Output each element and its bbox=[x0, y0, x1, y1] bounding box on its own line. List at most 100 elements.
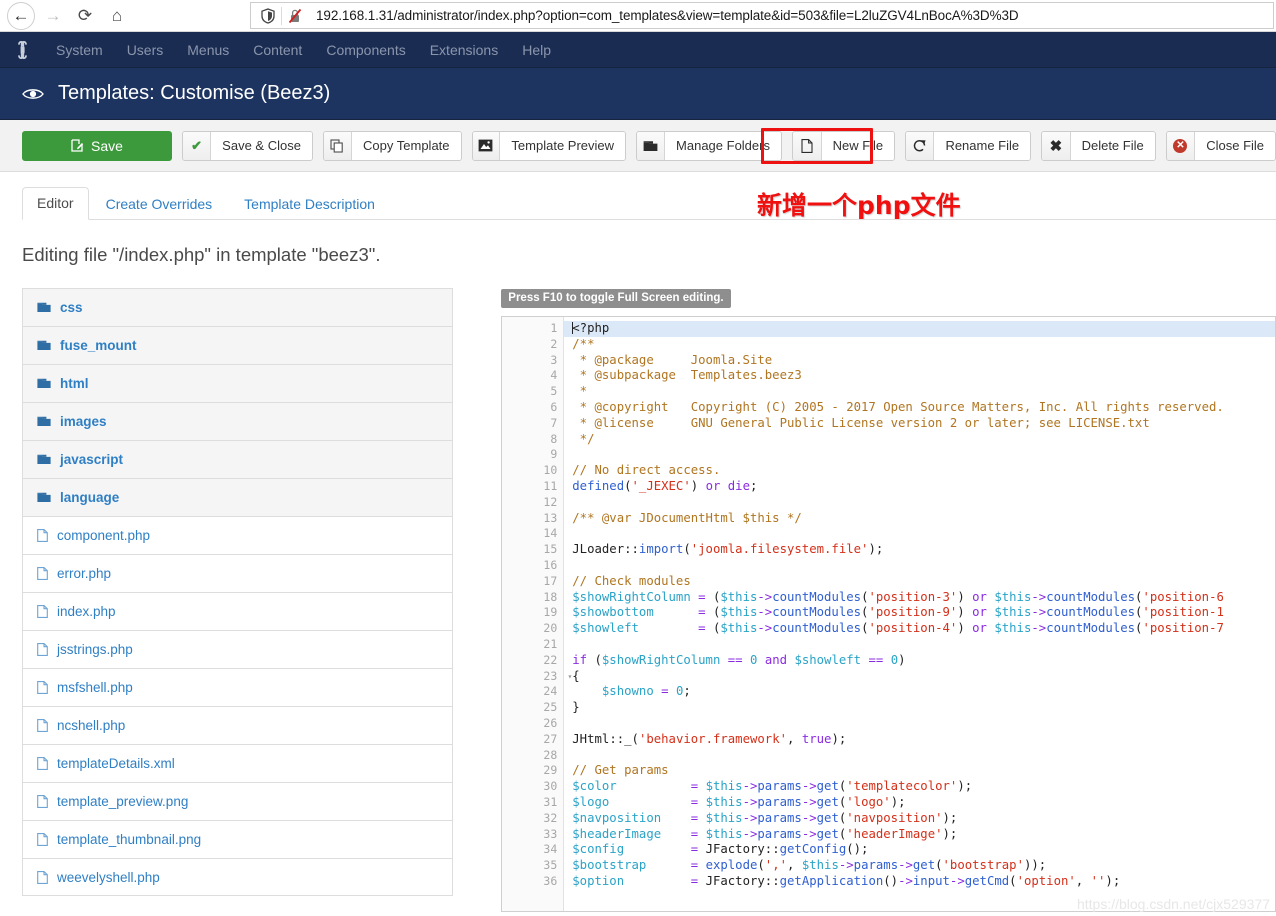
admin-nav-item-extensions[interactable]: Extensions bbox=[418, 32, 510, 68]
delete-file-button[interactable]: ✖ Delete File bbox=[1041, 130, 1156, 161]
admin-nav-item-menus[interactable]: Menus bbox=[175, 32, 241, 68]
folder-row[interactable]: html bbox=[22, 364, 454, 402]
file-row[interactable]: template_preview.png bbox=[22, 782, 454, 820]
code-line[interactable]: $showleft = ($this->countModules('positi… bbox=[564, 621, 1275, 637]
code-line[interactable] bbox=[564, 748, 1275, 764]
admin-nav-item-system[interactable]: System bbox=[44, 32, 115, 68]
manage-folders-button[interactable]: Manage Folders bbox=[636, 130, 782, 161]
code-editor[interactable]: 1 2 3 4 5 6 7 8 9 10 11 12 13 14 15 16 17 18 19 20 21 22 23 ▾ 24… bbox=[501, 316, 1276, 912]
file-row[interactable]: error.php bbox=[22, 554, 454, 592]
line-number: 21 bbox=[543, 636, 558, 651]
code-lines[interactable]: <?php/** * @package Joomla.Site * @subpa… bbox=[564, 317, 1275, 911]
code-line[interactable] bbox=[564, 526, 1275, 542]
code-line[interactable]: $config = JFactory::getConfig(); bbox=[564, 842, 1275, 858]
joomla-logo-icon[interactable] bbox=[14, 40, 44, 59]
file-row[interactable]: index.php bbox=[22, 592, 454, 630]
admin-nav-item-components[interactable]: Components bbox=[314, 32, 417, 68]
check-icon: ✔ bbox=[182, 131, 212, 160]
folder-icon bbox=[37, 492, 51, 503]
close-file-button[interactable]: ✕ Close File bbox=[1165, 130, 1276, 161]
code-line[interactable]: $bootstrap = explode(',', $this->params-… bbox=[564, 858, 1275, 874]
line-number: 11 bbox=[543, 478, 558, 493]
template-preview-button[interactable]: Template Preview bbox=[471, 130, 627, 161]
code-line[interactable]: */ bbox=[564, 432, 1275, 448]
file-row[interactable]: ncshell.php bbox=[22, 706, 454, 744]
file-icon bbox=[37, 643, 48, 656]
code-line[interactable]: $showbottom = ($this->countModules('posi… bbox=[564, 605, 1275, 621]
save-pencil-icon bbox=[71, 139, 84, 152]
folder-row[interactable]: fuse_mount bbox=[22, 326, 454, 364]
folder-row[interactable]: language bbox=[22, 478, 454, 516]
file-row[interactable]: template_thumbnail.png bbox=[22, 820, 454, 858]
copy-template-label: Copy Template bbox=[352, 131, 461, 160]
code-line[interactable] bbox=[564, 447, 1275, 463]
code-line[interactable]: // Get params bbox=[564, 763, 1275, 779]
code-line[interactable]: * @subpackage Templates.beez3 bbox=[564, 368, 1275, 384]
back-button[interactable]: ← bbox=[6, 1, 36, 31]
save-and-close-label: Save & Close bbox=[211, 131, 312, 160]
code-line[interactable] bbox=[564, 558, 1275, 574]
line-number: 25 bbox=[543, 700, 558, 715]
code-line[interactable]: /** @var JDocumentHtml $this */ bbox=[564, 511, 1275, 527]
reload-button[interactable]: ⟳ bbox=[70, 1, 100, 31]
code-line[interactable] bbox=[564, 495, 1275, 511]
folder-row[interactable]: javascript bbox=[22, 440, 454, 478]
line-number: 17 bbox=[543, 573, 558, 588]
code-line[interactable]: $headerImage = $this->params->get('heade… bbox=[564, 827, 1275, 843]
forward-button[interactable]: → bbox=[38, 1, 68, 31]
code-line[interactable]: // Check modules bbox=[564, 574, 1275, 590]
code-line[interactable]: { bbox=[564, 669, 1275, 685]
reload-icon: ⟳ bbox=[77, 6, 93, 25]
file-row[interactable]: component.php bbox=[22, 516, 454, 554]
code-line[interactable]: * @license GNU General Public License ve… bbox=[564, 416, 1275, 432]
tab-template-description[interactable]: Template Description bbox=[229, 188, 390, 220]
line-number: 6 bbox=[550, 399, 558, 414]
code-line[interactable]: $navposition = $this->params->get('navpo… bbox=[564, 811, 1275, 827]
code-line[interactable] bbox=[564, 637, 1275, 653]
folder-row[interactable]: images bbox=[22, 402, 454, 440]
folder-row[interactable]: css bbox=[22, 288, 454, 326]
code-line[interactable] bbox=[564, 716, 1275, 732]
file-row[interactable]: jsstrings.php bbox=[22, 630, 454, 668]
code-line[interactable]: if ($showRightColumn == 0 and $showleft … bbox=[564, 653, 1275, 669]
admin-nav-item-help[interactable]: Help bbox=[510, 32, 563, 68]
code-line[interactable]: JHtml::_('behavior.framework', true); bbox=[564, 732, 1275, 748]
tab-editor[interactable]: Editor bbox=[22, 187, 89, 220]
file-row[interactable]: msfshell.php bbox=[22, 668, 454, 706]
tabs: Editor Create Overrides Template Descrip… bbox=[22, 186, 1276, 220]
code-line[interactable]: $showRightColumn = ($this->countModules(… bbox=[564, 590, 1275, 606]
tab-create-overrides[interactable]: Create Overrides bbox=[91, 188, 228, 220]
address-bar[interactable]: 192.168.1.31/administrator/index.php?opt… bbox=[250, 2, 1274, 29]
file-row[interactable]: weevelyshell.php bbox=[22, 858, 454, 896]
file-tree-item-label: css bbox=[60, 300, 83, 315]
copy-template-button[interactable]: Copy Template bbox=[322, 130, 462, 161]
rename-file-label: Rename File bbox=[934, 131, 1031, 160]
code-line[interactable]: defined('_JEXEC') or die; bbox=[564, 479, 1275, 495]
copy-icon bbox=[323, 131, 353, 160]
admin-nav-item-users[interactable]: Users bbox=[115, 32, 176, 68]
code-line[interactable]: // No direct access. bbox=[564, 463, 1275, 479]
code-line[interactable]: <?php bbox=[564, 321, 1275, 337]
admin-navbar: System Users Menus Content Components Ex… bbox=[0, 32, 1276, 68]
code-line[interactable]: * @copyright Copyright (C) 2005 - 2017 O… bbox=[564, 400, 1275, 416]
code-line[interactable]: $showno = 0; bbox=[564, 684, 1275, 700]
code-line[interactable]: JLoader::import('joomla.filesystem.file'… bbox=[564, 542, 1275, 558]
file-icon bbox=[37, 719, 48, 732]
url-text[interactable]: 192.168.1.31/administrator/index.php?opt… bbox=[308, 8, 1019, 23]
rename-file-button[interactable]: Rename File bbox=[905, 130, 1032, 161]
file-row[interactable]: templateDetails.xml bbox=[22, 744, 454, 782]
save-button[interactable]: Save bbox=[22, 130, 172, 161]
code-line[interactable]: $logo = $this->params->get('logo'); bbox=[564, 795, 1275, 811]
shield-icon[interactable] bbox=[255, 3, 281, 28]
code-line[interactable]: $option = JFactory::getApplication()->in… bbox=[564, 874, 1275, 890]
insecure-lock-icon[interactable] bbox=[282, 3, 308, 28]
code-line[interactable]: $color = $this->params->get('templatecol… bbox=[564, 779, 1275, 795]
code-line[interactable]: * @package Joomla.Site bbox=[564, 353, 1275, 369]
save-and-close-button[interactable]: ✔ Save & Close bbox=[181, 130, 313, 161]
code-line[interactable]: * bbox=[564, 384, 1275, 400]
code-line[interactable]: } bbox=[564, 700, 1275, 716]
admin-nav-item-content[interactable]: Content bbox=[241, 32, 314, 68]
home-button[interactable]: ⌂ bbox=[102, 1, 132, 31]
code-line[interactable]: /** bbox=[564, 337, 1275, 353]
new-file-button[interactable]: New File bbox=[791, 130, 896, 161]
